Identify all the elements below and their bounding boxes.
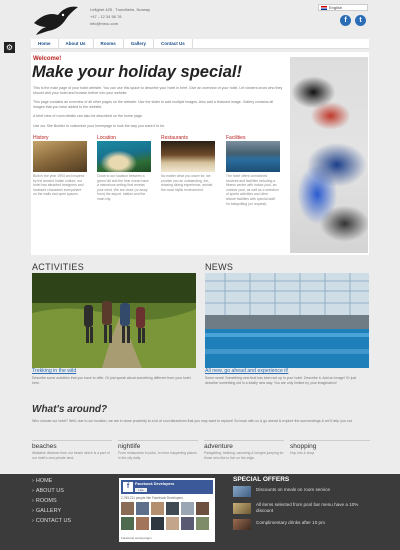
activities-heading: ACTIVITIES bbox=[32, 262, 85, 272]
around-item-text: From restaurants to pubs, to more happen… bbox=[118, 451, 197, 460]
welcome-section: Welcome! Make your holiday special! This… bbox=[31, 52, 369, 255]
around-item-text: Walkable distance from our beach which i… bbox=[32, 451, 110, 460]
location-image[interactable] bbox=[97, 141, 151, 172]
featured-art-image[interactable] bbox=[290, 57, 368, 253]
footer-link-about-us[interactable]: ABOUT US bbox=[32, 488, 64, 494]
facebook-icon[interactable]: f bbox=[340, 15, 351, 26]
facebook-avatar[interactable] bbox=[151, 517, 164, 530]
trekking-image[interactable] bbox=[32, 273, 196, 368]
facebook-avatar[interactable] bbox=[121, 502, 134, 515]
around-item-title: beaches bbox=[32, 443, 57, 450]
around-item-text: Paragliding, trekking, canoeing & bungee… bbox=[204, 451, 284, 460]
activity-caption-link[interactable]: Trekking in the wild bbox=[32, 368, 76, 374]
facebook-avatar[interactable] bbox=[196, 517, 209, 530]
site-header: Lefighet 425 , Trondheim, Norway +47 - 1… bbox=[0, 0, 400, 38]
intro-paragraph: Use our Site Builder to customize your h… bbox=[33, 124, 166, 128]
facebook-avatar[interactable] bbox=[136, 502, 149, 515]
address-text: Lefighet 425 , Trondheim, Norway bbox=[90, 7, 151, 12]
activity-description: Describe some activities that you have t… bbox=[32, 376, 191, 385]
around-description: Who choose our hotel? Well, due to our l… bbox=[32, 419, 353, 423]
facebook-like-count: 2,765,211 people like Facebook Developer… bbox=[121, 496, 183, 500]
around-item-title: nightlife bbox=[118, 443, 141, 450]
around-item-title: shopping bbox=[290, 443, 317, 450]
pool-image[interactable] bbox=[205, 273, 369, 368]
offer-thumbnail[interactable] bbox=[233, 486, 251, 497]
facebook-avatar[interactable] bbox=[151, 502, 164, 515]
page-title: Make your holiday special! bbox=[32, 63, 242, 81]
history-image[interactable] bbox=[33, 141, 87, 172]
around-item-title: adventure bbox=[204, 443, 233, 450]
intro-paragraph: This page contains an overview of all ot… bbox=[33, 100, 274, 109]
main-nav: Home About Us Rooms Gallery Contact Us bbox=[31, 39, 369, 49]
language-label: English bbox=[329, 5, 343, 10]
around-item-shopping: shopping Hop into & shop. bbox=[290, 440, 370, 456]
feature-text-history: Built in the year 1993 and inspired by t… bbox=[33, 174, 85, 197]
around-heading: What's around? bbox=[32, 404, 108, 415]
footer-link-rooms[interactable]: ROOMS bbox=[32, 498, 57, 504]
welcome-label: Welcome! bbox=[33, 56, 62, 62]
facebook-widget-header: f Facebook Developers Like bbox=[121, 480, 213, 494]
intro-paragraph: This is the main page of your hotel webs… bbox=[33, 86, 283, 95]
facebook-avatar[interactable] bbox=[166, 517, 179, 530]
nav-about-us[interactable]: About Us bbox=[59, 39, 94, 48]
special-offers-heading: SPECIAL OFFERS bbox=[233, 476, 290, 483]
language-select[interactable]: English bbox=[318, 4, 368, 11]
facebook-page-name[interactable]: Facebook Developers bbox=[135, 482, 174, 486]
phone-text: +47 - 12 34 56 78 bbox=[90, 14, 122, 19]
facebook-avatar[interactable] bbox=[181, 517, 194, 530]
contact-info: Lefighet 425 , Trondheim, Norway +47 - 1… bbox=[90, 6, 150, 27]
nav-rooms[interactable]: Rooms bbox=[94, 39, 124, 48]
offer-text[interactable]: All items selected from pool bar menu ha… bbox=[256, 502, 371, 514]
facebook-faces bbox=[121, 502, 213, 530]
facebook-avatar[interactable] bbox=[121, 517, 134, 530]
facebook-avatar[interactable] bbox=[196, 502, 209, 515]
news-heading: NEWS bbox=[205, 262, 234, 272]
news-caption-link[interactable]: All new, go ahead and experience it! bbox=[205, 368, 288, 374]
uk-flag-icon bbox=[321, 6, 327, 10]
facebook-like-button[interactable]: Like bbox=[135, 488, 147, 492]
facebook-page-icon: f bbox=[123, 482, 133, 492]
bird-logo[interactable] bbox=[32, 3, 80, 37]
settings-gear-icon[interactable]: ⚙ bbox=[4, 42, 15, 53]
twitter-icon[interactable]: t bbox=[355, 15, 366, 26]
facebook-avatar[interactable] bbox=[166, 502, 179, 515]
nav-home[interactable]: Home bbox=[31, 39, 59, 48]
nav-contact-us[interactable]: Contact Us bbox=[154, 39, 193, 48]
around-item-nightlife: nightlife From restaurants to pubs, to m… bbox=[118, 440, 198, 460]
around-item-adventure: adventure Paragliding, trekking, canoein… bbox=[204, 440, 284, 460]
news-description: Some news! Something new that has been s… bbox=[205, 376, 357, 385]
facebook-avatar[interactable] bbox=[181, 502, 194, 515]
feature-text-facilities: The hotel offers unmatched services and … bbox=[226, 174, 279, 206]
around-item-text: Hop into & shop. bbox=[290, 451, 316, 455]
offer-text[interactable]: Complimentary drinks after 10 pm bbox=[256, 520, 371, 526]
facebook-widget: f Facebook Developers Like 2,765,211 peo… bbox=[119, 478, 215, 542]
offer-thumbnail[interactable] bbox=[233, 503, 251, 514]
footer-link-home[interactable]: HOME bbox=[32, 478, 53, 484]
email-text: info@mrcu.com bbox=[90, 21, 119, 26]
facebook-avatar[interactable] bbox=[136, 517, 149, 530]
offer-text[interactable]: Discounts on meals on room service bbox=[256, 487, 371, 493]
footer-link-gallery[interactable]: GALLERY bbox=[32, 508, 61, 514]
facilities-image[interactable] bbox=[226, 141, 280, 172]
footer-link-contact-us[interactable]: CONTACT US bbox=[32, 518, 71, 524]
around-item-beaches: beaches Walkable distance from our beach… bbox=[32, 440, 112, 460]
feature-text-restaurants: No matter what you crave for, we provide… bbox=[161, 174, 213, 192]
restaurant-image[interactable] bbox=[161, 141, 215, 172]
intro-paragraph: A brief view of room details can also be… bbox=[33, 114, 143, 118]
offer-thumbnail[interactable] bbox=[233, 519, 251, 530]
nav-gallery[interactable]: Gallery bbox=[124, 39, 155, 48]
feature-text-location: Close to our location between a green hi… bbox=[97, 174, 149, 201]
facebook-plugin-label: Facebook social plugin bbox=[121, 536, 152, 540]
